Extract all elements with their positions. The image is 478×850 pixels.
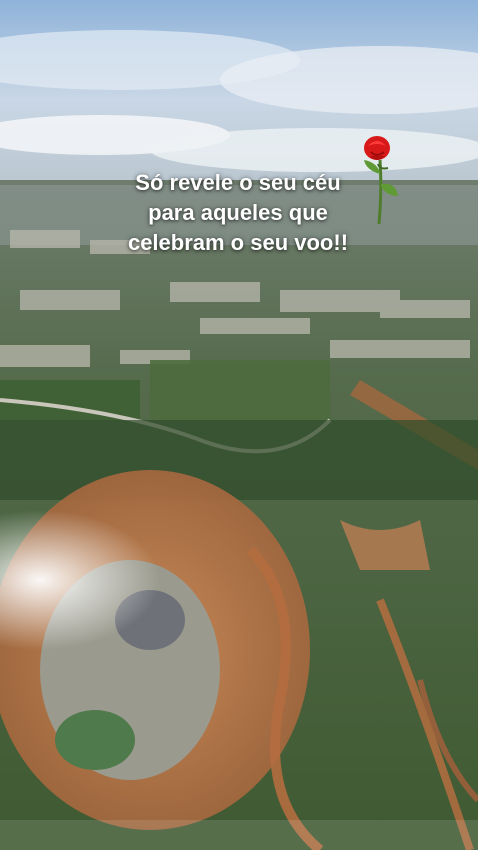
caption-line-3: celebram o seu voo!! <box>127 230 349 255</box>
story-scene: Só revele o seu céu para aqueles que cel… <box>0 0 478 850</box>
rose-sticker-icon <box>364 136 398 225</box>
aerial-landscape-photo <box>0 0 478 850</box>
